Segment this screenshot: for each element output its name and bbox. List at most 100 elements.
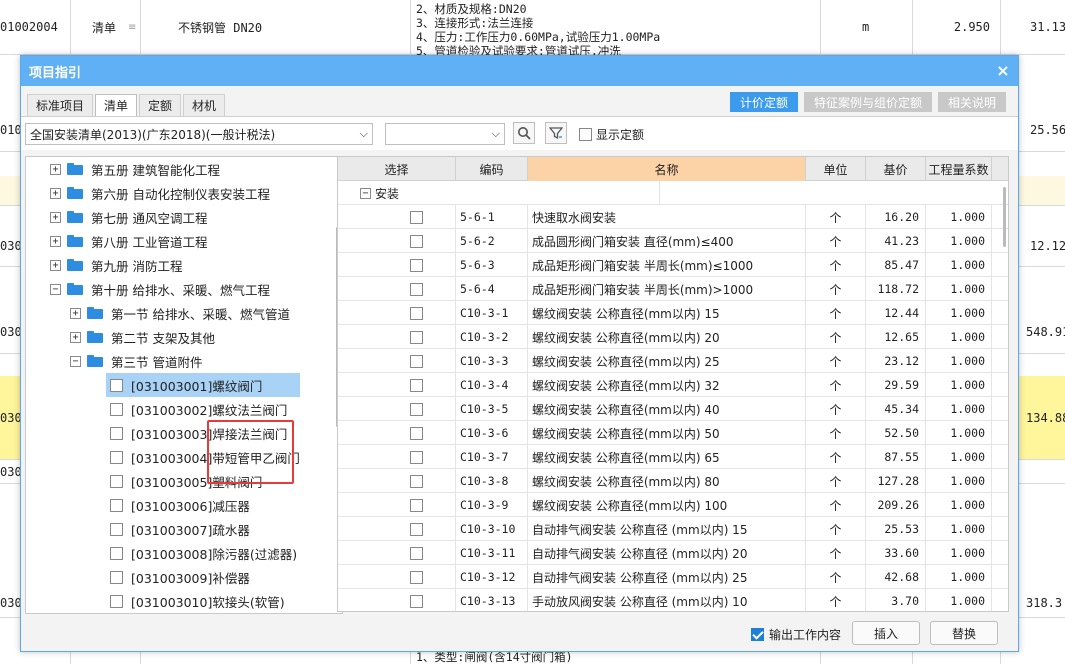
row-checkbox[interactable] <box>410 450 423 464</box>
output-work-checkbox[interactable] <box>751 628 764 641</box>
leaf-checkbox[interactable] <box>110 522 123 536</box>
row-checkbox[interactable] <box>410 426 423 440</box>
feature-case-button[interactable]: 特征案例与组价定额 <box>803 92 932 112</box>
quota-row[interactable]: C10-3-7 螺纹阀安装 公称直径(mm以内) 65 个 87.55 1.000 <box>338 445 1008 469</box>
tree-item-book5[interactable]: + 第五册 建筑智能化工程 <box>50 157 220 181</box>
quota-row[interactable]: C10-3-12 自动排气阀安装 公称直径 (mm以内) 25 个 42.68 1.00… <box>338 565 1008 589</box>
header-code[interactable]: 编码 <box>456 157 528 181</box>
show-quota-toggle[interactable]: 显示定额 <box>579 126 644 143</box>
tree-leaf-item[interactable]: [031003001]螺纹阀门 <box>106 373 300 397</box>
expand-icon[interactable]: + <box>50 211 61 223</box>
quota-row[interactable]: C10-3-5 螺纹阀安装 公称直径(mm以内) 40 个 45.34 1.000 <box>338 397 1008 421</box>
collapse-icon[interactable]: − <box>360 187 371 199</box>
leaf-checkbox[interactable] <box>110 498 123 512</box>
row-checkbox[interactable] <box>410 594 423 608</box>
tree-leaf-item[interactable]: [031003006]减压器 <box>106 493 250 517</box>
header-factor[interactable]: 工程量系数 <box>926 157 992 181</box>
group-row[interactable]: − 安装 <box>338 181 1008 205</box>
expand-icon[interactable]: + <box>70 307 81 319</box>
quota-row[interactable]: 5-6-1 快速取水阀安装个 16.20 1.000 <box>338 205 1008 229</box>
show-quota-checkbox[interactable] <box>579 128 592 141</box>
leaf-checkbox[interactable] <box>110 450 123 464</box>
tree-item-book7[interactable]: + 第七册 通风空调工程 <box>50 205 207 229</box>
row-checkbox[interactable] <box>410 570 423 584</box>
tree-leaf-item[interactable]: [031003002]螺纹法兰阀门 <box>106 397 287 421</box>
tab-standard-item[interactable]: 标准项目 <box>27 94 94 116</box>
row-checkbox[interactable] <box>410 378 423 392</box>
tab-bill[interactable]: 清单 <box>95 94 138 116</box>
tree-leaf-item[interactable]: [031003003]焊接法兰阀门 <box>106 421 287 445</box>
leaf-checkbox[interactable] <box>110 474 123 488</box>
related-notes-button[interactable]: 相关说明 <box>937 92 1006 112</box>
leaf-checkbox[interactable] <box>110 426 123 440</box>
tree-leaf-item[interactable]: [031003007]疏水器 <box>106 517 250 541</box>
quota-row[interactable]: C10-3-6 螺纹阀安装 公称直径(mm以内) 50 个 52.50 1.000 <box>338 421 1008 445</box>
quota-row[interactable]: 5-6-3 成品矩形阀门箱安装 半周长(mm)≤1000 个 85.47 1.000 <box>338 253 1008 277</box>
leaf-checkbox[interactable] <box>110 378 123 392</box>
tree-item-section3[interactable]: − 第三节 管道附件 <box>70 349 202 373</box>
tree-leaf-item[interactable]: [031003005]塑料阀门 <box>106 469 262 493</box>
row-checkbox[interactable] <box>410 546 423 560</box>
quota-row[interactable]: C10-3-11 自动排气阀安装 公称直径 (mm以内) 20 个 33.60 1.00… <box>338 541 1008 565</box>
expand-icon[interactable]: + <box>50 259 61 271</box>
quota-row[interactable]: C10-3-10 自动排气阀安装 公称直径 (mm以内) 15 个 25.53 1.00… <box>338 517 1008 541</box>
tree-item-section1[interactable]: + 第一节 给排水、采暖、燃气管道 <box>70 301 290 325</box>
row-checkbox[interactable] <box>410 402 423 416</box>
row-checkbox[interactable] <box>410 498 423 512</box>
row-checkbox[interactable] <box>410 210 423 224</box>
filter-button[interactable] <box>545 122 567 144</box>
leaf-checkbox[interactable] <box>110 570 123 584</box>
row-checkbox[interactable] <box>410 330 423 344</box>
library-select[interactable]: 全国安装清单(2013)(广东2018)(一般计税法) ⌵ <box>25 123 373 145</box>
tree-leaf-item[interactable]: [031003010]软接头(软管) <box>106 589 285 613</box>
row-checkbox[interactable] <box>410 282 423 296</box>
quota-row[interactable]: C10-3-9 螺纹阀安装 公称直径(mm以内) 100 个 209.26 1.000 <box>338 493 1008 517</box>
output-work-toggle[interactable]: 输出工作内容 <box>751 626 841 643</box>
quota-row[interactable]: 5-6-2 成品圆形阀门箱安装 直径(mm)≤400 个 41.23 1.000 <box>338 229 1008 253</box>
expand-icon[interactable]: + <box>50 187 61 199</box>
leaf-checkbox[interactable] <box>110 546 123 560</box>
tree-item-book8[interactable]: + 第八册 工业管道工程 <box>50 229 207 253</box>
bg-row-1[interactable]: 01002004 清单 ≡ 不锈钢管 DN20 2、材质及规格:DN20 3、连… <box>0 0 1065 58</box>
tree-item-book6[interactable]: + 第六册 自动化控制仪表安装工程 <box>50 181 270 205</box>
quota-row[interactable]: C10-3-4 螺纹阀安装 公称直径(mm以内) 32 个 29.59 1.000 <box>338 373 1008 397</box>
pricing-quota-button[interactable]: 计价定额 <box>729 92 798 112</box>
expand-icon[interactable]: + <box>50 163 61 175</box>
tree-leaf-item[interactable]: [031003008]除污器(过滤器) <box>106 541 297 565</box>
header-name[interactable]: 名称 <box>528 157 806 181</box>
search-button[interactable] <box>513 122 535 144</box>
filter-select[interactable]: ⌵ <box>385 123 505 145</box>
expand-icon[interactable]: + <box>50 235 61 247</box>
header-unit[interactable]: 单位 <box>806 157 866 181</box>
leaf-checkbox[interactable] <box>110 594 123 608</box>
row-checkbox[interactable] <box>410 258 423 272</box>
row-checkbox[interactable] <box>410 306 423 320</box>
quota-row[interactable]: C10-3-1 螺纹阀安装 公称直径(mm以内) 15 个 12.44 1.000 <box>338 301 1008 325</box>
replace-button[interactable]: 替换 <box>930 621 998 645</box>
quota-row[interactable]: C10-3-3 螺纹阀安装 公称直径(mm以内) 25 个 23.12 1.000 <box>338 349 1008 373</box>
leaf-checkbox[interactable] <box>110 402 123 416</box>
quota-row[interactable]: C10-3-2 螺纹阀安装 公称直径(mm以内) 20 个 12.65 1.000 <box>338 325 1008 349</box>
tab-quota[interactable]: 定额 <box>139 94 182 116</box>
tree-item-book10[interactable]: − 第十册 给排水、采暖、燃气工程 <box>50 277 270 301</box>
row-checkbox[interactable] <box>410 354 423 368</box>
header-select[interactable]: 选择 <box>338 157 456 181</box>
collapse-icon[interactable]: − <box>50 283 61 295</box>
collapse-icon[interactable]: − <box>70 355 81 367</box>
tree-item-section2[interactable]: + 第二节 支架及其他 <box>70 325 215 349</box>
expand-icon[interactable]: + <box>70 331 81 343</box>
row-checkbox[interactable] <box>410 234 423 248</box>
header-price[interactable]: 基价 <box>866 157 926 181</box>
grid-scrollbar[interactable] <box>1003 187 1006 247</box>
quota-row[interactable]: C10-3-13 手动放风阀安装 公称直径 (mm以内) 10 个 3.70 1.000 <box>338 589 1008 611</box>
quota-row[interactable]: C10-3-8 螺纹阀安装 公称直径(mm以内) 80 个 127.28 1.000 <box>338 469 1008 493</box>
tree-leaf-item[interactable]: [031003009]补偿器 <box>106 565 250 589</box>
insert-button[interactable]: 插入 <box>852 621 920 645</box>
tree-item-book9[interactable]: + 第九册 消防工程 <box>50 253 182 277</box>
close-button[interactable]: × <box>994 62 1012 80</box>
dialog-titlebar[interactable]: 项目指引 × <box>21 56 1018 86</box>
row-checkbox[interactable] <box>410 474 423 488</box>
row-checkbox[interactable] <box>410 522 423 536</box>
tab-material[interactable]: 材机 <box>183 94 226 116</box>
quota-row[interactable]: 5-6-4 成品矩形阀门箱安装 半周长(mm)>1000 个 118.72 1.000 <box>338 277 1008 301</box>
